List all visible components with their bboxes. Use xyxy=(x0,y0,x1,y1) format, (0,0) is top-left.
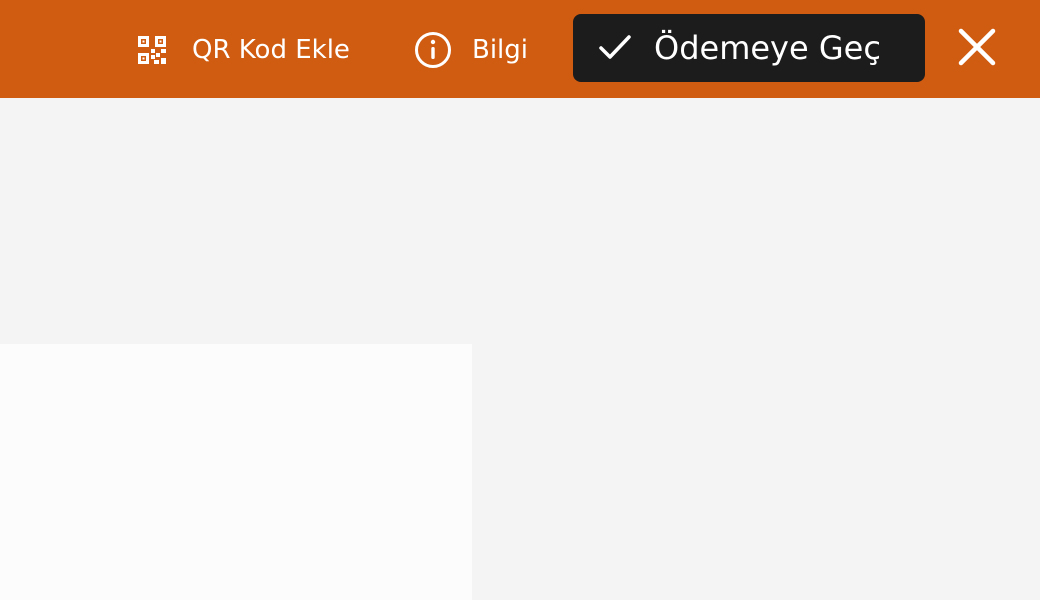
add-qr-code-label: QR Kod Ekle xyxy=(192,35,350,65)
info-button[interactable]: Bilgi xyxy=(413,24,528,76)
add-qr-code-button[interactable]: QR Kod Ekle xyxy=(136,24,350,76)
info-circle-icon xyxy=(413,30,453,70)
checkmark-icon xyxy=(595,28,635,68)
top-bar: QR Kod Ekle Bilgi Ödemeye Geç xyxy=(0,0,1040,98)
content-panel xyxy=(0,344,472,600)
info-label: Bilgi xyxy=(472,35,529,65)
proceed-to-payment-button[interactable]: Ödemeye Geç xyxy=(573,14,925,82)
close-icon xyxy=(957,27,997,71)
proceed-to-payment-label: Ödemeye Geç xyxy=(654,29,881,67)
close-button[interactable] xyxy=(954,26,1000,72)
qr-code-icon xyxy=(136,34,168,66)
